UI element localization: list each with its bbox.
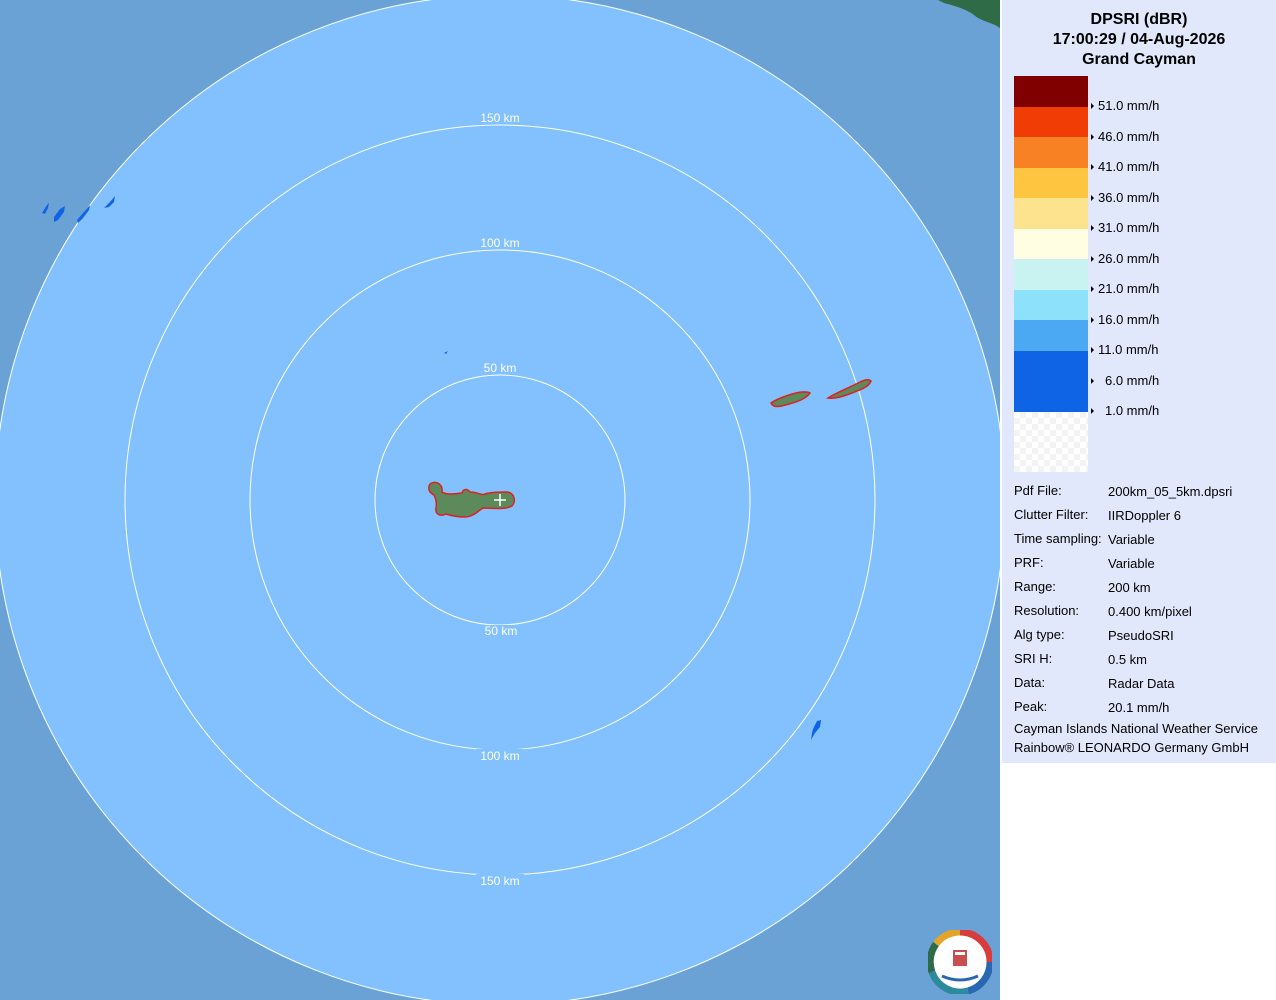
legend-tick — [1091, 164, 1094, 170]
metadata-key: Time sampling: — [1014, 531, 1102, 546]
legend-tick — [1091, 194, 1094, 201]
legend-label: 26.0 mm/h — [1098, 250, 1160, 266]
radar-map[interactable]: 50 km 100 km 150 km 50 km 100 km 150 km — [0, 0, 1000, 1000]
legend-swatch — [1014, 350, 1088, 412]
ring-label-100-top: 100 km — [480, 236, 519, 250]
legend-tick — [1091, 316, 1094, 323]
ring-label-50-top: 50 km — [484, 361, 517, 375]
legend-swatch — [1014, 106, 1088, 138]
legend-swatch — [1014, 320, 1088, 351]
metadata-key: Range: — [1014, 579, 1056, 594]
product-title: DPSRI (dBR) — [1090, 11, 1188, 28]
legend-label: 11.0 mm/h — [1098, 342, 1159, 357]
metadata-key: SRI H: — [1014, 651, 1053, 666]
legend-swatch — [1014, 259, 1088, 290]
metadata-key: Peak: — [1014, 699, 1048, 714]
metadata-value: 0.400 km/pixel — [1108, 604, 1192, 619]
legend-tick — [1091, 133, 1094, 140]
legend-label: 6.0 mm/h — [1105, 372, 1160, 388]
metadata-value: IIRDoppler 6 — [1108, 508, 1181, 523]
legend-tick — [1091, 408, 1094, 414]
ring-label-100-bottom: 100 km — [480, 749, 519, 763]
metadata-value: 200 km — [1108, 580, 1151, 595]
legend-swatch — [1014, 76, 1088, 107]
metadata-value: 0.5 km — [1108, 652, 1148, 667]
legend-label: 31.0 mm/h — [1098, 220, 1160, 235]
metadata-key: Data: — [1014, 675, 1046, 690]
legend-swatch — [1014, 167, 1088, 199]
legend-label: 1.0 mm/h — [1105, 403, 1160, 418]
legend-tick — [1091, 225, 1094, 231]
legend-label: 21.0 mm/h — [1098, 281, 1160, 296]
legend-tick — [1091, 255, 1094, 262]
legend-swatch-nodata — [1014, 412, 1088, 472]
legend-tick — [1091, 347, 1094, 353]
datetime-label: 17:00:29 / 04-Aug-2026 — [1052, 31, 1226, 48]
legend-swatch — [1014, 228, 1088, 260]
metadata-value: PseudoSRI — [1108, 628, 1174, 643]
ring-label-150-top: 150 km — [480, 111, 519, 125]
info-panel: DPSRI (dBR) 17:00:29 / 04-Aug-2026 Grand… — [1002, 0, 1276, 763]
metadata-key: Alg type: — [1014, 627, 1065, 642]
legend-tick — [1091, 103, 1094, 109]
metadata-key: PRF: — [1014, 555, 1044, 570]
metadata-key: Clutter Filter: — [1014, 507, 1089, 522]
ring-label-150-bottom: 150 km — [480, 874, 519, 888]
cayman-nws-logo-icon — [928, 930, 992, 994]
footer-organization: Cayman Islands National Weather Service — [1014, 721, 1258, 736]
metadata-value: Radar Data — [1108, 676, 1175, 691]
legend-label: 16.0 mm/h — [1098, 311, 1160, 327]
legend-swatch — [1014, 137, 1088, 168]
metadata-value: 20.1 mm/h — [1108, 700, 1170, 715]
legend-swatch — [1014, 289, 1088, 321]
legend-tick — [1091, 377, 1094, 384]
legend-swatch — [1014, 198, 1088, 229]
legend-label: 36.0 mm/h — [1098, 189, 1160, 205]
site-label: Grand Cayman — [1082, 51, 1196, 68]
legend-label: 51.0 mm/h — [1098, 98, 1160, 113]
footer-software: Rainbow® LEONARDO Germany GmbH — [1014, 740, 1249, 755]
legend-label: 46.0 mm/h — [1098, 128, 1160, 144]
metadata-key: Pdf File: — [1014, 483, 1062, 498]
ring-label-50-bottom: 50 km — [485, 624, 518, 638]
metadata-value: Variable — [1108, 556, 1155, 571]
legend-tick — [1091, 286, 1094, 292]
metadata-key: Resolution: — [1014, 603, 1080, 618]
metadata-value: Variable — [1108, 532, 1155, 547]
metadata-value: 200km_05_5km.dpsri — [1108, 484, 1233, 499]
legend-label: 41.0 mm/h — [1098, 159, 1160, 174]
